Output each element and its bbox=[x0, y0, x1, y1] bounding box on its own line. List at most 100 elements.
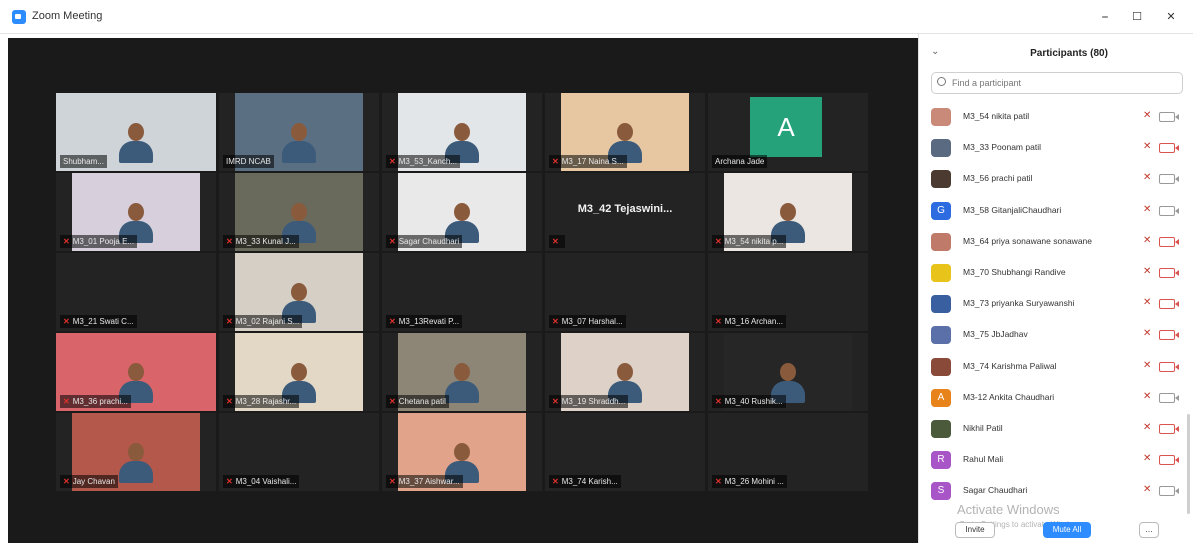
mic-muted-icon[interactable]: ✕ bbox=[1143, 453, 1153, 467]
video-grid: Shubham... IMRD NCAB ✕ M3_53_Kanch... ✕ M3_17… bbox=[56, 93, 871, 533]
video-tile[interactable]: ✕ M3_26 Mohini ... bbox=[708, 413, 868, 491]
participant-row[interactable]: A M3-12 Ankita Chaudhari ✕ bbox=[919, 383, 1193, 414]
participant-row[interactable]: M3_74 Karishma Paliwal ✕ bbox=[919, 352, 1193, 383]
video-tile[interactable]: ✕ M3_33 Kunal J... bbox=[219, 173, 379, 251]
mic-muted-icon[interactable]: ✕ bbox=[1143, 266, 1153, 280]
video-tile[interactable]: ✕ M3_13Revati P... bbox=[382, 253, 542, 331]
participant-list-scrollbar[interactable] bbox=[1187, 414, 1190, 514]
camera-off-icon[interactable] bbox=[1159, 236, 1179, 247]
participant-row[interactable]: Nikhil Patil ✕ bbox=[919, 414, 1193, 445]
participant-name-text: M3_54 nikita p... bbox=[724, 237, 784, 246]
video-tile[interactable]: A Archana Jade bbox=[708, 93, 868, 171]
participant-figure bbox=[445, 363, 479, 403]
participant-name-label: ✕ bbox=[549, 235, 565, 248]
camera-icon[interactable] bbox=[1159, 486, 1179, 497]
collapse-panel-button[interactable]: ⌄ bbox=[931, 46, 939, 57]
participant-name-text: Archana Jade bbox=[715, 157, 765, 166]
mic-muted-icon[interactable]: ✕ bbox=[1143, 360, 1153, 374]
participant-name-label: ✕ M3_26 Mohini ... bbox=[712, 475, 787, 488]
participant-row[interactable]: R Rahul Mali ✕ bbox=[919, 445, 1193, 476]
video-tile[interactable]: IMRD NCAB bbox=[219, 93, 379, 171]
mic-muted-icon[interactable]: ✕ bbox=[1143, 422, 1153, 436]
maximize-button[interactable]: ☐ bbox=[1122, 6, 1152, 28]
video-tile[interactable]: ✕ M3_16 Archan... bbox=[708, 253, 868, 331]
avatar bbox=[931, 263, 951, 282]
participant-row[interactable]: M3_33 Poonam patil ✕ bbox=[919, 133, 1193, 164]
video-tile[interactable]: ✕ M3_54 nikita p... bbox=[708, 173, 868, 251]
video-tile[interactable]: ✕ M3_53_Kanch... bbox=[382, 93, 542, 171]
mute-all-button[interactable]: Mute All bbox=[1043, 522, 1091, 538]
video-tile[interactable]: ✕ M3_04 Vaishali... bbox=[219, 413, 379, 491]
mic-muted-icon[interactable]: ✕ bbox=[1143, 391, 1153, 405]
video-tile[interactable]: ✕ Jay Chavan bbox=[56, 413, 216, 491]
mic-muted-icon[interactable]: ✕ bbox=[1143, 141, 1153, 155]
title-bar: Zoom Meeting – ☐ ✕ bbox=[0, 0, 1193, 34]
camera-off-icon[interactable] bbox=[1159, 361, 1179, 372]
mic-muted-icon: ✕ bbox=[552, 237, 559, 246]
avatar: A bbox=[931, 388, 951, 407]
participant-name-label: ✕ M3_16 Archan... bbox=[712, 315, 786, 328]
participant-row[interactable]: M3_64 priya sonawane sonawane ✕ bbox=[919, 227, 1193, 258]
participant-name-text: M3_16 Archan... bbox=[724, 317, 783, 326]
camera-off-icon[interactable] bbox=[1159, 330, 1179, 341]
gallery-view: Shubham... IMRD NCAB ✕ M3_53_Kanch... ✕ M3_17… bbox=[8, 38, 918, 543]
participant-search-input[interactable]: Find a participant bbox=[931, 72, 1183, 94]
mic-muted-icon[interactable]: ✕ bbox=[1143, 235, 1153, 249]
mic-muted-icon: ✕ bbox=[715, 477, 722, 486]
participant-name-text: M3_02 Rajani S... bbox=[235, 317, 300, 326]
participant-name-text: M3_01 Pooja E... bbox=[72, 237, 135, 246]
participant-row[interactable]: G M3_58 GitanjaliChaudhari ✕ bbox=[919, 196, 1193, 227]
video-tile[interactable]: ✕ M3_21 Swati C... bbox=[56, 253, 216, 331]
video-tile[interactable]: ✕ M3_01 Pooja E... bbox=[56, 173, 216, 251]
participant-name-text: M3_53_Kanch... bbox=[398, 157, 457, 166]
avatar bbox=[931, 170, 951, 189]
video-tile[interactable]: ✕ M3_37 Aishwar... bbox=[382, 413, 542, 491]
camera-icon[interactable] bbox=[1159, 112, 1179, 122]
participant-row[interactable]: M3_70 Shubhangi Randive ✕ bbox=[919, 258, 1193, 289]
video-tile[interactable]: Shubham... bbox=[56, 93, 216, 171]
participant-name: M3_73 priyanka Suryawanshi bbox=[963, 298, 1075, 309]
participant-row[interactable]: M3_56 prachi patil ✕ bbox=[919, 164, 1193, 195]
mic-muted-icon[interactable]: ✕ bbox=[1143, 110, 1153, 124]
camera-off-icon[interactable] bbox=[1159, 267, 1179, 278]
video-tile[interactable]: ✕ Chetana patil bbox=[382, 333, 542, 411]
video-tile[interactable]: ✕ M3_17 Naina S... bbox=[545, 93, 705, 171]
participant-name-label: ✕ M3_74 Karish... bbox=[549, 475, 621, 488]
participant-name-text: M3_40 Rushik... bbox=[724, 397, 783, 406]
close-button[interactable]: ✕ bbox=[1156, 6, 1186, 28]
video-tile[interactable]: M3_42 Tejaswini... ✕ bbox=[545, 173, 705, 251]
video-tile[interactable]: ✕ M3_07 Harshal... bbox=[545, 253, 705, 331]
mic-muted-icon[interactable]: ✕ bbox=[1143, 172, 1153, 186]
video-tile[interactable]: ✕ M3_28 Rajashr... bbox=[219, 333, 379, 411]
participant-name-label: ✕ M3_13Revati P... bbox=[386, 315, 463, 328]
participant-row[interactable]: M3_73 priyanka Suryawanshi ✕ bbox=[919, 289, 1193, 320]
video-tile[interactable]: ✕ Sagar Chaudhari bbox=[382, 173, 542, 251]
video-tile[interactable]: ✕ M3_02 Rajani S... bbox=[219, 253, 379, 331]
participant-row[interactable]: M3_75 JbJadhav ✕ bbox=[919, 320, 1193, 351]
camera-off-icon[interactable] bbox=[1159, 299, 1179, 310]
camera-icon[interactable] bbox=[1159, 392, 1179, 403]
participant-name-text: M3_36 prachi... bbox=[72, 397, 128, 406]
minimize-button[interactable]: – bbox=[1090, 6, 1120, 28]
mic-muted-icon[interactable]: ✕ bbox=[1143, 204, 1153, 218]
participant-name-label: Archana Jade bbox=[712, 155, 768, 168]
video-tile[interactable]: ✕ M3_74 Karish... bbox=[545, 413, 705, 491]
participant-name-label: IMRD NCAB bbox=[223, 155, 274, 168]
mic-muted-icon[interactable]: ✕ bbox=[1143, 328, 1153, 342]
mic-muted-icon[interactable]: ✕ bbox=[1143, 484, 1153, 498]
mic-muted-icon: ✕ bbox=[63, 317, 70, 326]
camera-icon[interactable] bbox=[1159, 205, 1179, 216]
video-tile[interactable]: ✕ M3_19 Shraddh... bbox=[545, 333, 705, 411]
video-tile[interactable]: ✕ M3_40 Rushik... bbox=[708, 333, 868, 411]
participant-row[interactable]: M3_54 nikita patil ✕ bbox=[919, 102, 1193, 133]
camera-off-icon[interactable] bbox=[1159, 455, 1179, 466]
mic-muted-icon[interactable]: ✕ bbox=[1143, 297, 1153, 311]
more-options-button[interactable]: ... bbox=[1139, 522, 1159, 538]
participant-name: M3_58 GitanjaliChaudhari bbox=[963, 204, 1062, 215]
video-tile[interactable]: ✕ M3_36 prachi... bbox=[56, 333, 216, 411]
camera-icon[interactable] bbox=[1159, 174, 1179, 185]
camera-off-icon[interactable] bbox=[1159, 423, 1179, 434]
avatar bbox=[931, 419, 951, 438]
invite-button[interactable]: Invite bbox=[955, 522, 995, 538]
camera-off-icon[interactable] bbox=[1159, 143, 1179, 154]
